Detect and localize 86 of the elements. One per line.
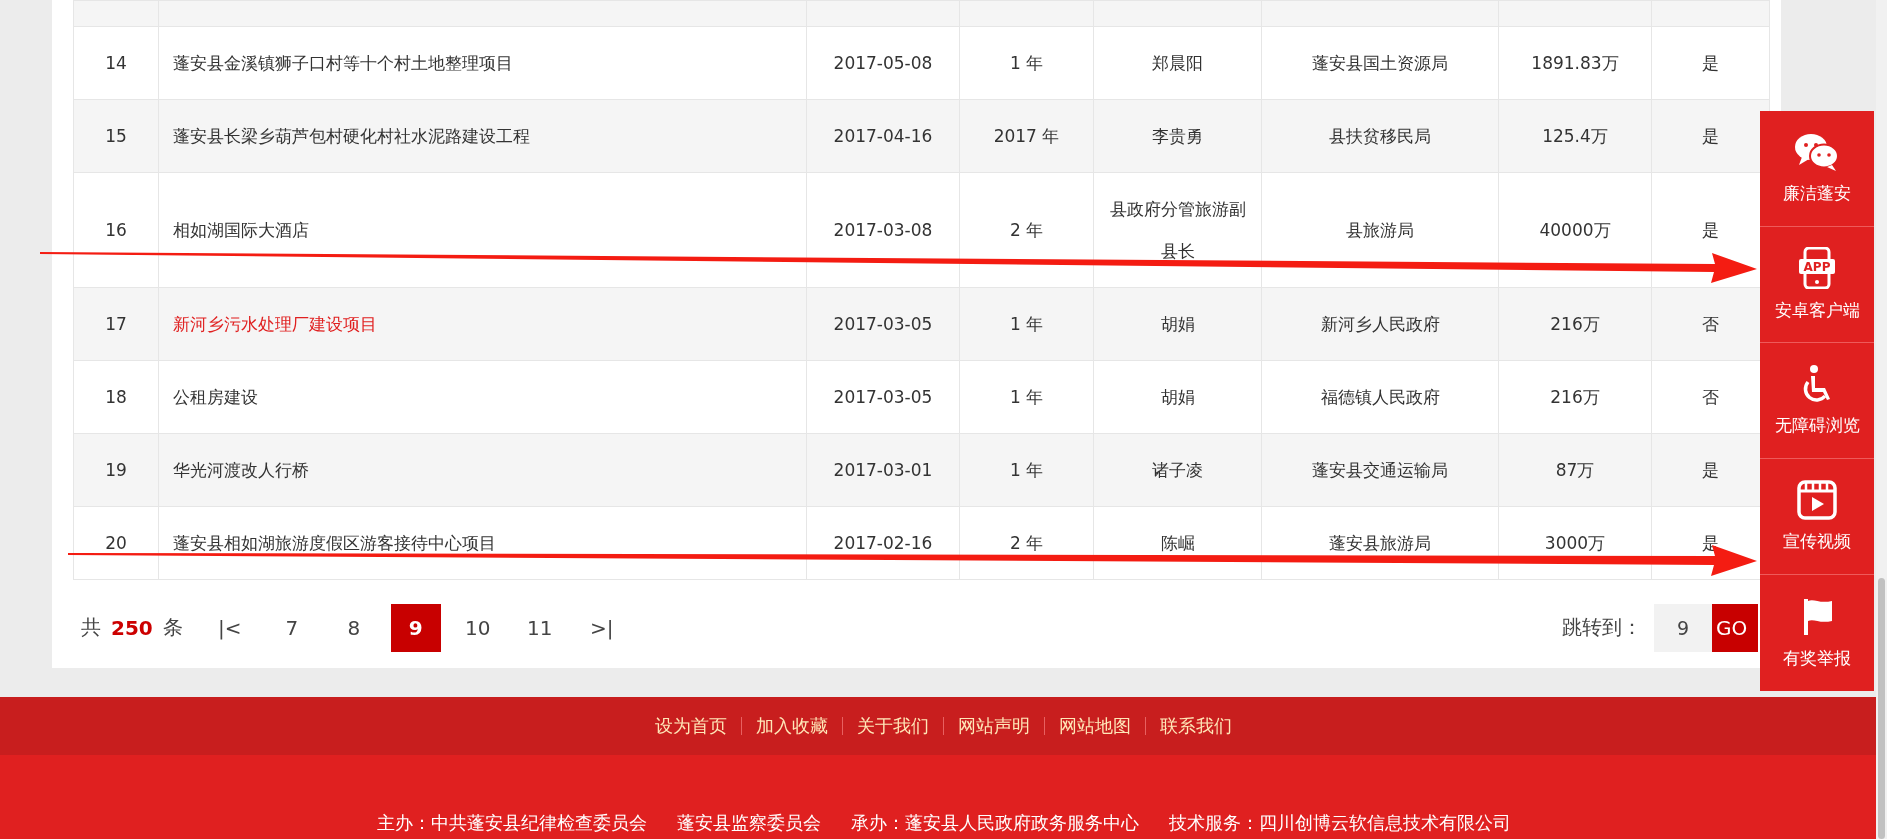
project-link[interactable]: 华光河渡改人行桥 bbox=[173, 460, 309, 480]
amount-cell: 125.4万 bbox=[1542, 126, 1608, 146]
footer-credit: 技术服务：四川创博云软信息技术有限公司 bbox=[1168, 811, 1511, 835]
side-nav-button[interactable]: 宣传视频 bbox=[1760, 459, 1874, 575]
scrollbar[interactable] bbox=[1876, 0, 1887, 839]
row-number: 17 bbox=[105, 314, 127, 334]
project-link[interactable]: 公租房建设 bbox=[173, 387, 258, 407]
total-label: 共 bbox=[81, 614, 101, 641]
project-link[interactable]: 蓬安县长梁乡葫芦包村硬化村社水泥路建设工程 bbox=[173, 126, 530, 146]
footer-link[interactable]: 加入收藏 bbox=[742, 714, 842, 738]
side-nav-button[interactable]: 廉洁蓬安 bbox=[1760, 111, 1874, 227]
footer-link[interactable]: 网站地图 bbox=[1045, 714, 1145, 738]
duration-cell: 2017 年 bbox=[993, 126, 1060, 146]
amount-cell: 3000万 bbox=[1544, 533, 1606, 553]
side-nav-button[interactable]: 有奖举报 bbox=[1760, 575, 1874, 691]
footer-link[interactable]: 关于我们 bbox=[843, 714, 943, 738]
status-cell: 否 bbox=[1702, 387, 1719, 407]
total-count: 250 bbox=[111, 615, 153, 640]
footer-credit: 承办：蓬安县人民政府政务服务中心 bbox=[850, 811, 1139, 835]
row-number: 20 bbox=[105, 533, 127, 553]
footer-link[interactable]: 网站声明 bbox=[944, 714, 1044, 738]
status-cell: 是 bbox=[1702, 460, 1719, 480]
duration-cell: 1 年 bbox=[1009, 460, 1044, 480]
status-cell: 是 bbox=[1702, 220, 1719, 240]
date-cell: 2017-03-08 bbox=[833, 220, 933, 240]
amount-cell: 216万 bbox=[1550, 314, 1600, 334]
side-nav-button[interactable]: 无障碍浏览 bbox=[1760, 343, 1874, 459]
date-cell: 2017-03-05 bbox=[833, 314, 933, 334]
go-button[interactable]: GO bbox=[1712, 603, 1758, 652]
person-cell: 郑晨阳 bbox=[1152, 53, 1203, 73]
duration-cell: 2 年 bbox=[1009, 533, 1044, 553]
person-cell: 陈崛 bbox=[1160, 533, 1195, 553]
amount-cell: 40000万 bbox=[1539, 220, 1611, 240]
department-cell: 县扶贫移民局 bbox=[1329, 126, 1431, 146]
page-button[interactable]: 9 bbox=[390, 603, 441, 652]
status-cell: 是 bbox=[1702, 126, 1719, 146]
department-cell: 县旅游局 bbox=[1346, 220, 1414, 240]
amount-cell: 216万 bbox=[1550, 387, 1600, 407]
date-cell: 2017-03-01 bbox=[833, 460, 933, 480]
amount-cell: 87万 bbox=[1555, 460, 1595, 480]
row-number: 19 bbox=[105, 460, 127, 480]
footer-link[interactable]: 设为首页 bbox=[641, 714, 741, 738]
page-input[interactable]: 9 bbox=[1654, 603, 1712, 652]
person-cell: 胡娟 bbox=[1160, 314, 1195, 334]
project-link[interactable]: 相如湖国际大酒店 bbox=[173, 220, 309, 240]
department-cell: 福德镇人民政府 bbox=[1320, 387, 1440, 407]
first-page-button[interactable]: |< bbox=[204, 603, 255, 652]
chat-bubbles-icon bbox=[1794, 132, 1840, 172]
status-cell: 否 bbox=[1702, 314, 1719, 334]
person-cell: 胡娟 bbox=[1160, 387, 1195, 407]
duration-cell: 1 年 bbox=[1009, 314, 1044, 334]
date-cell: 2017-04-16 bbox=[833, 126, 933, 146]
total-label: 条 bbox=[162, 614, 183, 641]
page-button[interactable]: 7 bbox=[266, 603, 317, 652]
person-cell: 县政府分管旅游副县长 bbox=[1109, 199, 1246, 261]
amount-cell: 1891.83万 bbox=[1531, 53, 1619, 73]
row-number: 14 bbox=[105, 53, 127, 73]
duration-cell: 1 年 bbox=[1009, 387, 1044, 407]
department-cell: 蓬安县国土资源局 bbox=[1312, 53, 1448, 73]
last-page-button[interactable]: >| bbox=[576, 603, 627, 652]
row-number: 18 bbox=[105, 387, 127, 407]
project-link[interactable]: 新河乡污水处理厂建设项目 bbox=[173, 314, 377, 334]
duration-cell: 2 年 bbox=[1009, 220, 1044, 240]
page-button[interactable]: 11 bbox=[514, 603, 565, 652]
page-button[interactable]: 8 bbox=[328, 603, 379, 652]
date-cell: 2017-05-08 bbox=[833, 53, 933, 73]
page-button[interactable]: 10 bbox=[452, 603, 503, 652]
status-cell: 是 bbox=[1702, 53, 1719, 73]
row-number: 16 bbox=[105, 220, 127, 240]
footer-credit: 主办：中共蓬安县纪律检查委员会 bbox=[376, 811, 647, 835]
person-cell: 李贵勇 bbox=[1152, 126, 1203, 146]
project-link[interactable]: 蓬安县金溪镇狮子口村等十个村土地整理项目 bbox=[173, 53, 513, 73]
video-play-icon bbox=[1797, 480, 1837, 520]
row-number: 15 bbox=[105, 126, 127, 146]
date-cell: 2017-03-05 bbox=[833, 387, 933, 407]
department-cell: 新河乡人民政府 bbox=[1320, 314, 1440, 334]
footer-link[interactable]: 联系我们 bbox=[1146, 714, 1246, 738]
date-cell: 2017-02-16 bbox=[833, 533, 933, 553]
department-cell: 蓬安县交通运输局 bbox=[1312, 460, 1448, 480]
side-nav-button[interactable]: APP 安卓客户端 bbox=[1760, 227, 1874, 343]
person-cell: 诸子凌 bbox=[1152, 460, 1203, 480]
project-link[interactable]: 蓬安县相如湖旅游度假区游客接待中心项目 bbox=[173, 533, 496, 553]
footer-credit: 蓬安县监察委员会 bbox=[676, 811, 821, 835]
duration-cell: 1 年 bbox=[1009, 53, 1044, 73]
department-cell: 蓬安县旅游局 bbox=[1329, 533, 1431, 553]
jump-label: 跳转到： bbox=[1562, 614, 1642, 641]
